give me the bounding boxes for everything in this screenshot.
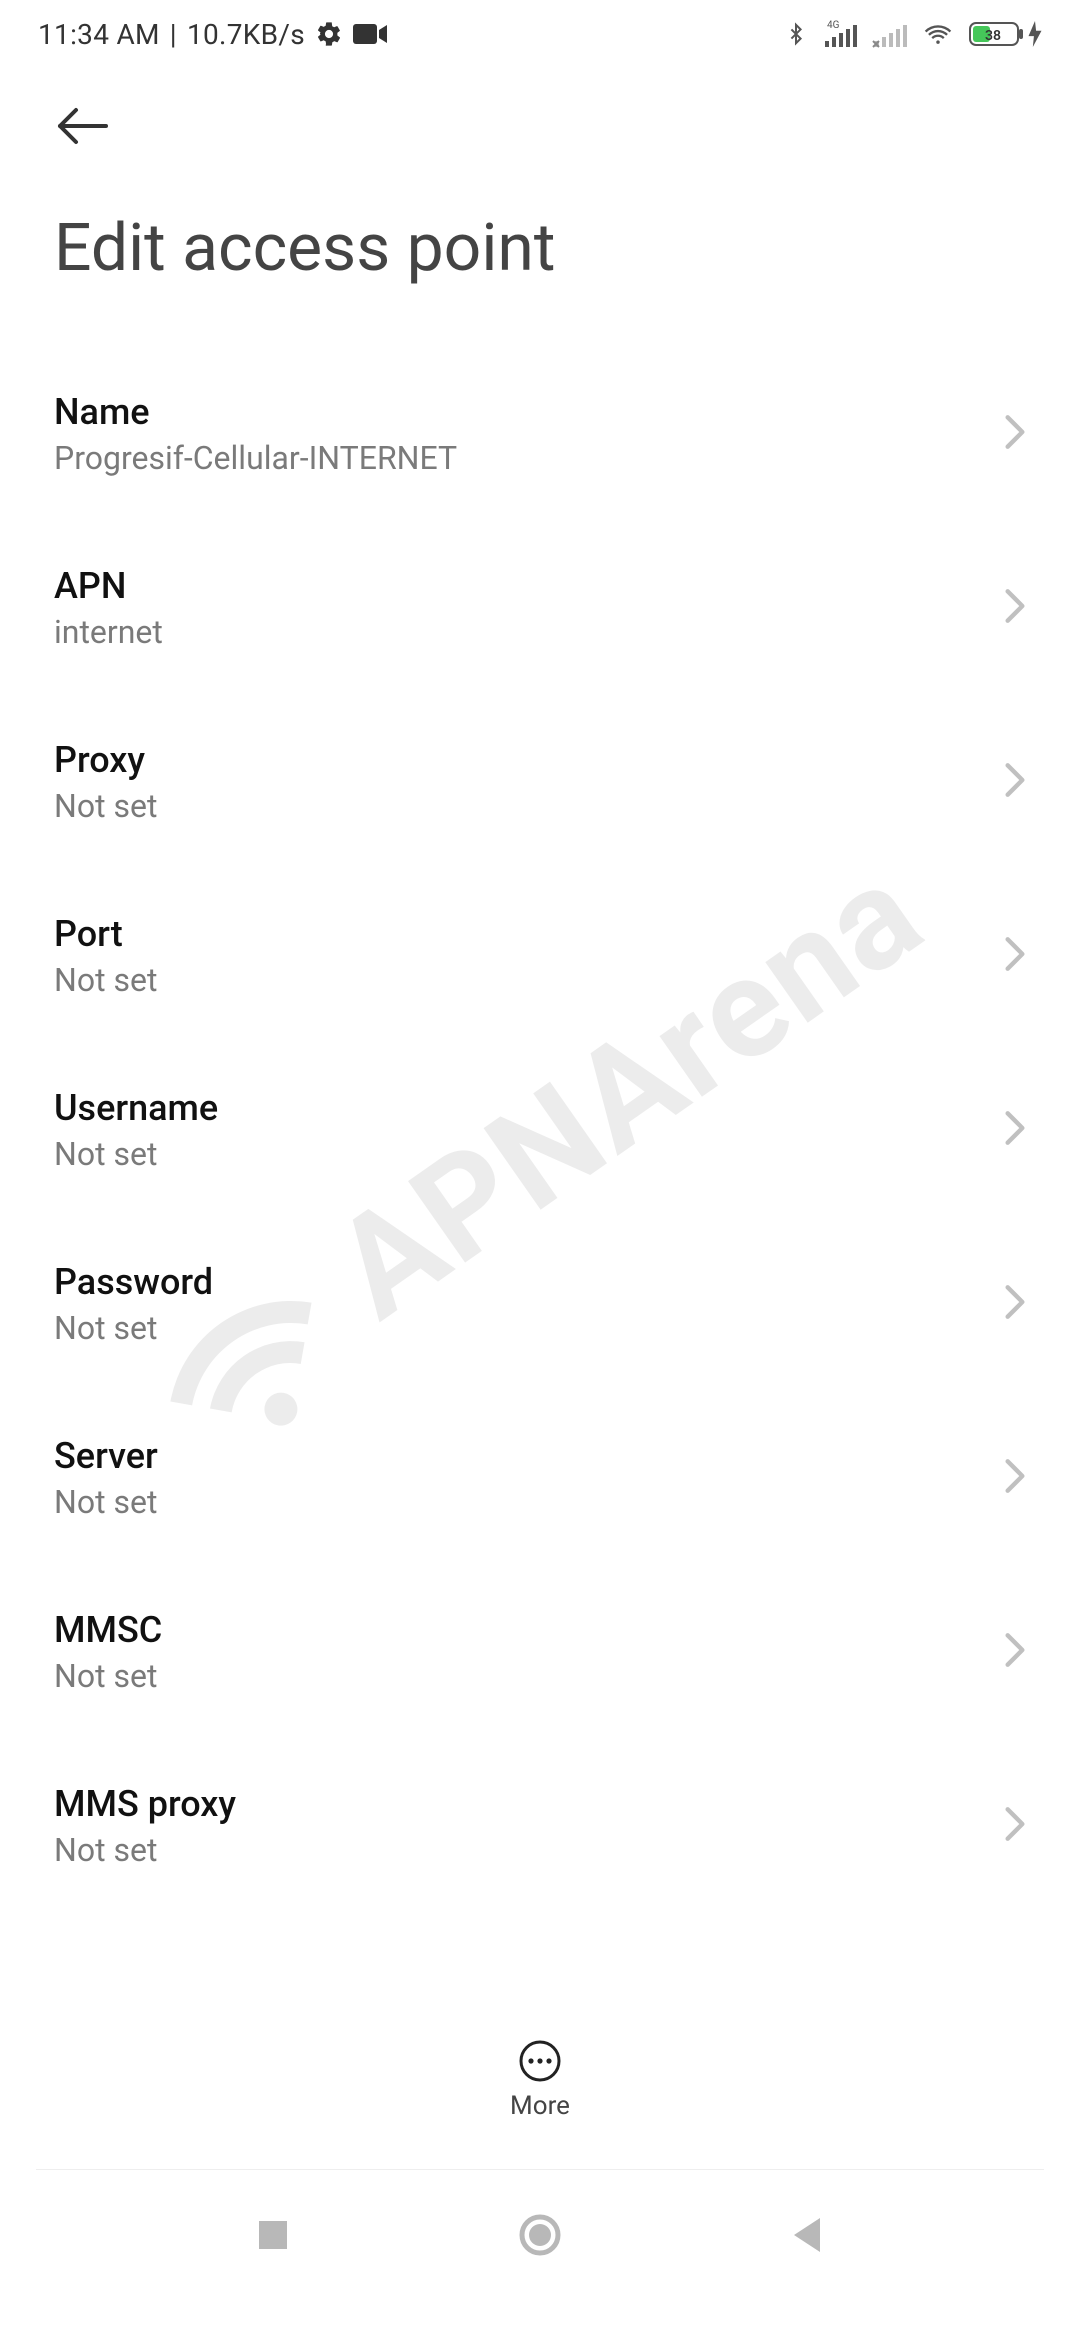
status-time: 11:34 AM (38, 18, 160, 51)
item-label: APN (54, 565, 163, 607)
status-left: 11:34 AM | 10.7KB/s (38, 18, 387, 51)
item-proxy[interactable]: Proxy Not set (54, 695, 1026, 869)
status-net-speed: 10.7KB/s (187, 18, 305, 51)
more-label: More (510, 2091, 570, 2121)
bluetooth-icon (785, 19, 807, 49)
item-value: Not set (54, 1309, 213, 1347)
more-bar: More (0, 2010, 1080, 2150)
chevron-right-icon (1004, 1109, 1026, 1151)
chevron-right-icon (1004, 1631, 1026, 1673)
system-nav-bar (0, 2170, 1080, 2340)
item-password[interactable]: Password Not set (54, 1217, 1026, 1391)
item-value: Not set (54, 1135, 218, 1173)
camera-icon (353, 22, 387, 46)
battery-pct: 38 (985, 28, 1001, 44)
status-right: 4G 38 (785, 19, 1042, 49)
page-header: Edit access point (0, 68, 1080, 347)
item-apn[interactable]: APN internet (54, 521, 1026, 695)
dots-circle-icon (518, 2039, 562, 2083)
item-username[interactable]: Username Not set (54, 1043, 1026, 1217)
item-label: MMSC (54, 1609, 162, 1651)
item-label: Server (54, 1435, 158, 1477)
settings-list: Name Progresif-Cellular-INTERNET APN int… (0, 347, 1080, 1913)
item-value: Progresif-Cellular-INTERNET (54, 439, 457, 477)
nav-recent-button[interactable] (243, 2205, 303, 2265)
item-value: Not set (54, 787, 157, 825)
chevron-right-icon (1004, 1457, 1026, 1499)
item-value: internet (54, 613, 163, 651)
item-port[interactable]: Port Not set (54, 869, 1026, 1043)
item-value: Not set (54, 1657, 162, 1695)
triangle-left-icon (790, 2215, 824, 2255)
item-label: Password (54, 1261, 213, 1303)
nav-home-button[interactable] (510, 2205, 570, 2265)
square-icon (256, 2218, 290, 2252)
item-label: Name (54, 391, 457, 433)
chevron-right-icon (1004, 587, 1026, 629)
chevron-right-icon (1004, 1805, 1026, 1847)
item-value: Not set (54, 961, 157, 999)
signal-no-sim-icon (871, 19, 907, 49)
item-value: Not set (54, 1831, 236, 1869)
item-label: Proxy (54, 739, 157, 781)
item-label: Username (54, 1087, 218, 1129)
more-button[interactable]: More (510, 2039, 570, 2121)
chevron-right-icon (1004, 935, 1026, 977)
circle-icon (518, 2213, 562, 2257)
back-button[interactable] (54, 98, 110, 170)
chevron-right-icon (1004, 761, 1026, 803)
chevron-right-icon (1004, 1283, 1026, 1325)
item-mms-proxy[interactable]: MMS proxy Not set (54, 1739, 1026, 1913)
chevron-right-icon (1004, 413, 1026, 455)
signal-4g-icon: 4G (821, 19, 857, 49)
item-name[interactable]: Name Progresif-Cellular-INTERNET (54, 347, 1026, 521)
nav-back-button[interactable] (777, 2205, 837, 2265)
status-sep: | (170, 18, 177, 51)
item-server[interactable]: Server Not set (54, 1391, 1026, 1565)
battery-icon: 38 (969, 20, 1042, 48)
status-bar: 11:34 AM | 10.7KB/s 4G (0, 0, 1080, 68)
item-label: Port (54, 913, 157, 955)
item-label: MMS proxy (54, 1783, 236, 1825)
item-value: Not set (54, 1483, 158, 1521)
svg-text:4G: 4G (827, 20, 840, 31)
item-mmsc[interactable]: MMSC Not set (54, 1565, 1026, 1739)
gear-icon (315, 20, 343, 48)
wifi-icon (921, 20, 955, 48)
arrow-left-icon (54, 106, 110, 146)
page-title: Edit access point (54, 170, 1026, 347)
